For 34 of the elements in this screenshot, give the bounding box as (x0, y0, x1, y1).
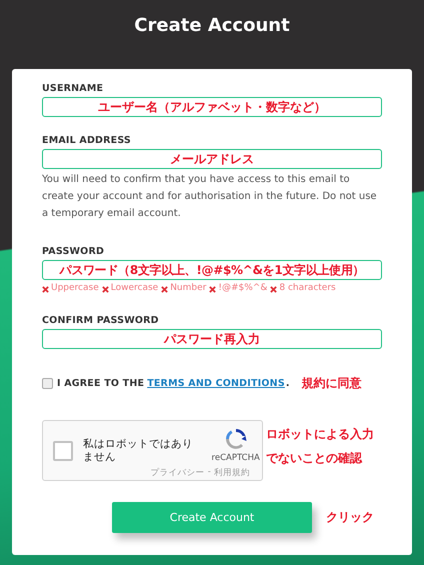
annotation-text: パスワード（8文字以上、!@#$%^&を1文字以上使用） (60, 262, 364, 278)
terms-link[interactable]: TERMS AND CONDITIONS (147, 378, 285, 389)
requirement-text: Lowercase (110, 283, 158, 293)
requirement-text: Uppercase (51, 283, 99, 293)
terms-link[interactable]: 利用規約 (214, 467, 250, 479)
annotation-text: パスワード再入力 (164, 330, 260, 348)
requirement-text: Number (170, 283, 206, 293)
recaptcha-logo-icon (224, 427, 248, 451)
annotation-text: ユーザー名（アルファベット・数字など） (98, 98, 326, 116)
create-account-button[interactable]: Create Account (112, 502, 312, 533)
field-label: USERNAME (42, 83, 104, 94)
input-field[interactable]: パスワード（8文字以上、!@#$%^&を1文字以上使用） (42, 260, 382, 280)
requirement-text: 8 characters (279, 283, 336, 293)
separator-text: - (208, 467, 211, 479)
requirement-text: !@#$%^& (218, 283, 268, 293)
captcha-checkbox[interactable] (53, 440, 73, 460)
agree-checkbox[interactable] (42, 378, 53, 389)
page-title: Create Account (134, 14, 290, 38)
annotation-text: 規約に同意 (302, 375, 362, 392)
period-text: . (286, 378, 290, 389)
captcha-label: 私はロボットではありません (83, 438, 194, 464)
helper-text: You will need to confirm that you have access to this email to create your account and for authorisation in the future. Do not use a temporary email account. (42, 173, 378, 221)
annotation-text: ロボットによる入力でないことの確認 (266, 426, 375, 467)
input-field[interactable]: ユーザー名（アルファベット・数字など） (42, 97, 382, 117)
field-label: PASSWORD (42, 246, 106, 257)
field-label: EMAIL ADDRESS (42, 135, 132, 146)
captcha-brand: reCAPTCHA (212, 453, 260, 463)
annotation-text: クリック (326, 509, 374, 526)
privacy-link[interactable]: プライバシー (150, 467, 205, 479)
input-field[interactable]: メールアドレス (42, 149, 382, 169)
annotation-text: メールアドレス (170, 150, 254, 168)
field-label: CONFIRM PASSWORD (42, 315, 160, 326)
agree-text: I AGREE TO THE (57, 378, 144, 389)
input-field[interactable]: パスワード再入力 (42, 329, 382, 349)
